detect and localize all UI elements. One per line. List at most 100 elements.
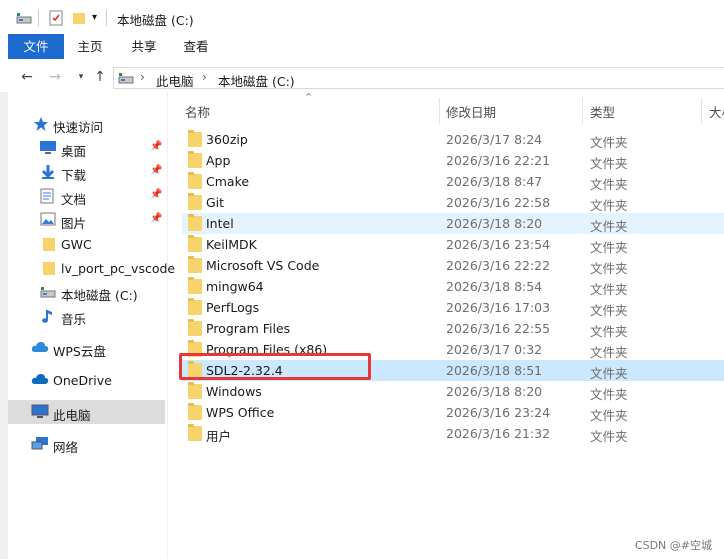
- file-row[interactable]: Cmake 2026/3/18 8:47 文件夹: [182, 171, 724, 192]
- file-row[interactable]: mingw64 2026/3/18 8:54 文件夹: [182, 276, 724, 297]
- file-row[interactable]: 360zip 2026/3/17 8:24 文件夹: [182, 129, 724, 150]
- pin-icon[interactable]: 📌: [150, 189, 162, 200]
- folder-icon: [188, 151, 202, 168]
- file-row[interactable]: Microsoft VS Code 2026/3/16 22:22 文件夹: [182, 255, 724, 276]
- music-icon: [41, 308, 55, 324]
- file-name: Git: [206, 195, 225, 210]
- folder-icon: [188, 130, 202, 147]
- file-list: ⌃ 名称 修改日期 类型 大小 360zip2026/3/17 8:24文件夹A…: [168, 91, 724, 559]
- breadcrumb-chevron-icon[interactable]: ›: [140, 70, 145, 84]
- folder-icon: [188, 298, 202, 315]
- file-date: 2026/3/16 22:55: [446, 321, 551, 336]
- nav-item-quick-access[interactable]: 快速访问: [8, 112, 165, 136]
- nav-item-desktop[interactable]: 桌面 📌: [8, 136, 165, 160]
- nav-item-music[interactable]: 音乐: [8, 304, 165, 328]
- file-name: mingw64: [206, 279, 264, 294]
- file-row[interactable]: PerfLogs 2026/3/16 17:03 文件夹: [182, 297, 724, 318]
- nav-item-local-disk[interactable]: 本地磁盘 (C:): [8, 280, 165, 304]
- recent-locations-chevron-icon[interactable]: ▾: [72, 68, 90, 86]
- cloud-icon: [31, 340, 49, 354]
- file-type: 文件夹: [590, 429, 628, 444]
- pin-icon[interactable]: 📌: [150, 141, 162, 152]
- address-bar[interactable]: › 此电脑 › 本地磁盘 (C:): [113, 67, 724, 89]
- folder-icon: [188, 214, 202, 231]
- file-row[interactable]: KeilMDK 2026/3/16 23:54 文件夹: [182, 234, 724, 255]
- tab-share[interactable]: 共享: [126, 34, 162, 59]
- file-date: 2026/3/18 8:51: [446, 363, 543, 378]
- file-row[interactable]: WPS Office 2026/3/16 23:24 文件夹: [182, 402, 724, 423]
- file-row[interactable]: Program Files 2026/3/16 22:55 文件夹: [182, 318, 724, 339]
- file-row[interactable]: Windows 2026/3/18 8:20 文件夹: [182, 381, 724, 402]
- file-date: 2026/3/17 8:24: [446, 132, 543, 147]
- nav-item-wps-cloud[interactable]: WPS云盘: [8, 336, 165, 360]
- file-date: 2026/3/16 23:24: [446, 405, 551, 420]
- nav-item-network[interactable]: 网络: [8, 432, 165, 456]
- file-type: 文件夹: [590, 240, 628, 255]
- file-date: 2026/3/16 17:03: [446, 300, 551, 315]
- nav-item-label: OneDrive: [53, 373, 112, 388]
- nav-item-label: 桌面: [61, 144, 87, 159]
- file-row[interactable]: Intel 2026/3/18 8:20 文件夹: [182, 213, 724, 234]
- file-name: PerfLogs: [206, 300, 260, 315]
- file-row[interactable]: 用户 2026/3/16 21:32 文件夹: [182, 423, 724, 444]
- nav-item-this-pc[interactable]: 此电脑: [8, 400, 165, 424]
- tab-file[interactable]: 文件: [8, 34, 64, 59]
- nav-item-pictures[interactable]: 图片 📌: [8, 208, 165, 232]
- folder-icon: [188, 424, 202, 441]
- file-type: 文件夹: [590, 345, 628, 360]
- column-header-date[interactable]: 修改日期: [446, 102, 496, 121]
- navigation-pane: 快速访问 桌面 📌 下载 📌 文档 📌 图片 📌 GWC lv_port_pc_…: [8, 92, 175, 559]
- tab-home[interactable]: 主页: [72, 34, 108, 59]
- folder-icon: [188, 382, 202, 399]
- breadcrumb-chevron-icon[interactable]: ›: [202, 70, 207, 84]
- breadcrumb-local-disk[interactable]: 本地磁盘 (C:): [218, 71, 295, 90]
- file-type: 文件夹: [590, 282, 628, 297]
- file-type: 文件夹: [590, 366, 628, 381]
- file-name: Windows: [206, 384, 262, 399]
- drive-icon: [40, 284, 56, 300]
- file-date: 2026/3/16 22:22: [446, 258, 551, 273]
- new-folder-icon[interactable]: [71, 10, 87, 26]
- file-type: 文件夹: [590, 198, 628, 213]
- file-type: 文件夹: [590, 156, 628, 171]
- column-header-name[interactable]: 名称: [185, 102, 210, 121]
- folder-icon: [188, 256, 202, 273]
- sort-ascending-icon: ⌃: [304, 91, 314, 104]
- drive-icon: [16, 10, 32, 26]
- file-date: 2026/3/18 8:54: [446, 279, 543, 294]
- column-header-type[interactable]: 类型: [590, 102, 615, 121]
- pin-icon[interactable]: 📌: [150, 213, 162, 224]
- back-arrow-icon[interactable]: ←: [18, 68, 36, 86]
- breadcrumb-this-pc[interactable]: 此电脑: [156, 71, 194, 90]
- column-header-size[interactable]: 大小: [709, 102, 724, 121]
- file-type: 文件夹: [590, 135, 628, 150]
- pin-icon[interactable]: 📌: [150, 165, 162, 176]
- forward-arrow-icon[interactable]: →: [46, 68, 64, 86]
- address-row: ← → ▾ ↑ › 此电脑 › 本地磁盘 (C:): [0, 64, 724, 92]
- nav-item-onedrive[interactable]: OneDrive: [8, 368, 165, 392]
- nav-item-downloads[interactable]: 下载 📌: [8, 160, 165, 184]
- network-icon: [31, 436, 49, 452]
- up-arrow-icon[interactable]: ↑: [91, 68, 109, 86]
- nav-item-label: 此电脑: [53, 408, 91, 423]
- customize-quick-access-icon[interactable]: ▾: [92, 12, 97, 28]
- file-name: 用户: [206, 429, 232, 444]
- folder-icon: [188, 403, 202, 420]
- nav-item-documents[interactable]: 文档 📌: [8, 184, 165, 208]
- file-row[interactable]: Git 2026/3/16 22:58 文件夹: [182, 192, 724, 213]
- nav-item-lv-port[interactable]: lv_port_pc_vscode: [8, 256, 175, 280]
- file-type: 文件夹: [590, 324, 628, 339]
- file-name: App: [206, 153, 231, 168]
- file-row[interactable]: App 2026/3/16 22:21 文件夹: [182, 150, 724, 171]
- file-name: WPS Office: [206, 405, 275, 420]
- nav-item-label: 图片: [61, 216, 87, 231]
- nav-item-gwc[interactable]: GWC: [8, 232, 165, 256]
- title-bar: ▾ 本地磁盘 (C:): [0, 0, 724, 34]
- nav-item-label: 网络: [53, 440, 79, 455]
- tab-view[interactable]: 查看: [178, 34, 214, 59]
- properties-icon[interactable]: [48, 10, 64, 26]
- folder-icon: [42, 236, 56, 252]
- file-date: 2026/3/17 0:32: [446, 342, 543, 357]
- file-type: 文件夹: [590, 387, 628, 402]
- nav-item-label: GWC: [61, 237, 92, 252]
